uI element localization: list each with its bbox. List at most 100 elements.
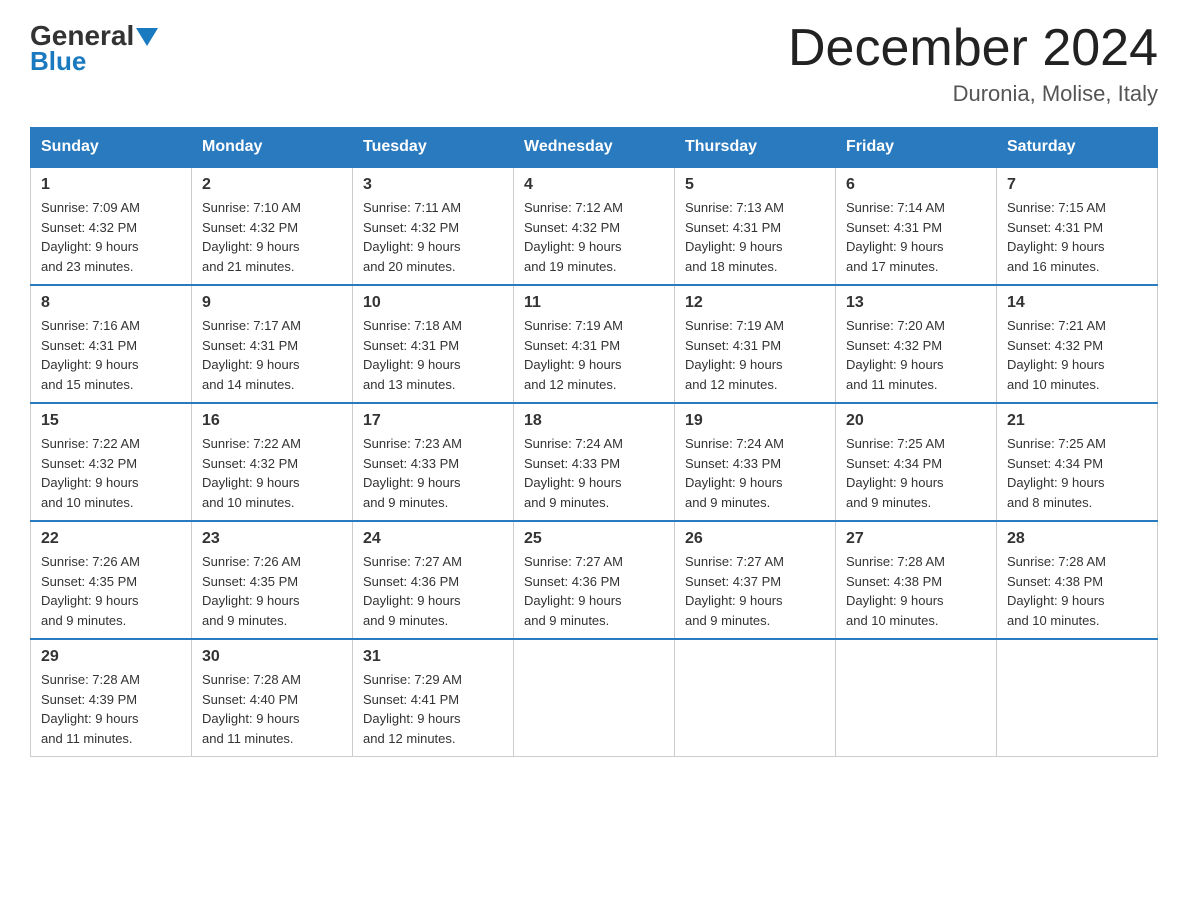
day-number: 31 bbox=[363, 648, 503, 666]
logo-blue: Blue bbox=[30, 46, 86, 77]
day-number: 15 bbox=[41, 412, 181, 430]
header-tuesday: Tuesday bbox=[353, 128, 514, 168]
day-number: 4 bbox=[524, 176, 664, 194]
day-cell-13: 13 Sunrise: 7:20 AMSunset: 4:32 PMDayligh… bbox=[836, 285, 997, 403]
calendar-header-row: SundayMondayTuesdayWednesdayThursdayFrid… bbox=[31, 128, 1158, 168]
day-cell-9: 9 Sunrise: 7:17 AMSunset: 4:31 PMDaylight… bbox=[192, 285, 353, 403]
day-cell-15: 15Sunrise: 7:22 AMSunset: 4:32 PMDayligh… bbox=[31, 403, 192, 521]
day-cell-18: 18 Sunrise: 7:24 AMSunset: 4:33 PMDayligh… bbox=[514, 403, 675, 521]
day-cell-28: 28Sunrise: 7:28 AMSunset: 4:38 PMDayligh… bbox=[997, 521, 1158, 639]
day-cell-26: 26 Sunrise: 7:27 AMSunset: 4:37 PMDayligh… bbox=[675, 521, 836, 639]
day-cell-17: 17 Sunrise: 7:23 AMSunset: 4:33 PMDayligh… bbox=[353, 403, 514, 521]
day-number: 14 bbox=[1007, 294, 1147, 312]
day-info: Sunrise: 7:15 AMSunset: 4:31 PMDaylight:… bbox=[1007, 198, 1147, 276]
day-number: 29 bbox=[41, 648, 181, 666]
week-row-4: 22 Sunrise: 7:26 AMSunset: 4:35 PMDayligh… bbox=[31, 521, 1158, 639]
day-cell-16: 16Sunrise: 7:22 AMSunset: 4:32 PMDayligh… bbox=[192, 403, 353, 521]
day-number: 27 bbox=[846, 530, 986, 548]
day-cell-27: 27 Sunrise: 7:28 AMSunset: 4:38 PMDayligh… bbox=[836, 521, 997, 639]
day-number: 24 bbox=[363, 530, 503, 548]
day-number: 5 bbox=[685, 176, 825, 194]
day-info: Sunrise: 7:19 AMSunset: 4:31 PMDaylight:… bbox=[685, 316, 825, 394]
day-number: 20 bbox=[846, 412, 986, 430]
day-info: Sunrise: 7:21 AMSunset: 4:32 PMDaylight:… bbox=[1007, 316, 1147, 394]
day-number: 22 bbox=[41, 530, 181, 548]
day-cell-31: 31 Sunrise: 7:29 AMSunset: 4:41 PMDayligh… bbox=[353, 639, 514, 757]
day-number: 11 bbox=[524, 294, 664, 312]
day-info: Sunrise: 7:25 AMSunset: 4:34 PMDaylight:… bbox=[1007, 434, 1147, 512]
day-info: Sunrise: 7:28 AMSunset: 4:38 PMDaylight:… bbox=[846, 552, 986, 630]
day-cell-20: 20 Sunrise: 7:25 AMSunset: 4:34 PMDayligh… bbox=[836, 403, 997, 521]
day-number: 12 bbox=[685, 294, 825, 312]
empty-cell bbox=[514, 639, 675, 757]
day-number: 17 bbox=[363, 412, 503, 430]
day-cell-3: 3 Sunrise: 7:11 AMSunset: 4:32 PMDaylight… bbox=[353, 167, 514, 285]
day-number: 18 bbox=[524, 412, 664, 430]
empty-cell bbox=[997, 639, 1158, 757]
day-info: Sunrise: 7:25 AMSunset: 4:34 PMDaylight:… bbox=[846, 434, 986, 512]
day-cell-23: 23 Sunrise: 7:26 AMSunset: 4:35 PMDayligh… bbox=[192, 521, 353, 639]
day-info: Sunrise: 7:26 AMSunset: 4:35 PMDaylight:… bbox=[41, 552, 181, 630]
day-number: 25 bbox=[524, 530, 664, 548]
day-cell-19: 19 Sunrise: 7:24 AMSunset: 4:33 PMDayligh… bbox=[675, 403, 836, 521]
day-cell-30: 30 Sunrise: 7:28 AMSunset: 4:40 PMDayligh… bbox=[192, 639, 353, 757]
empty-cell bbox=[836, 639, 997, 757]
day-info: Sunrise: 7:16 AMSunset: 4:31 PMDaylight:… bbox=[41, 316, 181, 394]
day-number: 2 bbox=[202, 176, 342, 194]
week-row-3: 15 Sunrise: 7:22 AMSunset: 4:32 PMDayligh… bbox=[31, 403, 1158, 521]
header-wednesday: Wednesday bbox=[514, 128, 675, 168]
day-number: 9 bbox=[202, 294, 342, 312]
header-sunday: Sunday bbox=[31, 128, 192, 168]
day-number: 7 bbox=[1007, 176, 1147, 194]
day-info: Sunrise: 7:17 AMSunset: 4:31 PMDaylight:… bbox=[202, 316, 342, 394]
day-number: 13 bbox=[846, 294, 986, 312]
day-cell-14: 14 Sunrise: 7:21 AMSunset: 4:32 PMDayligh… bbox=[997, 285, 1158, 403]
day-info: Sunrise: 7:29 AMSunset: 4:41 PMDaylight:… bbox=[363, 670, 503, 748]
week-row-5: 29Sunrise: 7:28 AMSunset: 4:39 PMDayligh… bbox=[31, 639, 1158, 757]
week-row-1: 1Sunrise: 7:09 AMSunset: 4:32 PMDaylight… bbox=[31, 167, 1158, 285]
day-cell-2: 2Sunrise: 7:10 AMSunset: 4:32 PMDaylight… bbox=[192, 167, 353, 285]
day-info: Sunrise: 7:18 AMSunset: 4:31 PMDaylight:… bbox=[363, 316, 503, 394]
logo: General Blue bbox=[30, 20, 158, 77]
calendar-table: SundayMondayTuesdayWednesdayThursdayFrid… bbox=[30, 127, 1158, 757]
header-monday: Monday bbox=[192, 128, 353, 168]
day-info: Sunrise: 7:27 AMSunset: 4:36 PMDaylight:… bbox=[363, 552, 503, 630]
day-number: 30 bbox=[202, 648, 342, 666]
day-info: Sunrise: 7:24 AMSunset: 4:33 PMDaylight:… bbox=[524, 434, 664, 512]
day-number: 23 bbox=[202, 530, 342, 548]
day-info: Sunrise: 7:27 AMSunset: 4:36 PMDaylight:… bbox=[524, 552, 664, 630]
day-info: Sunrise: 7:23 AMSunset: 4:33 PMDaylight:… bbox=[363, 434, 503, 512]
day-info: Sunrise: 7:27 AMSunset: 4:37 PMDaylight:… bbox=[685, 552, 825, 630]
empty-cell bbox=[675, 639, 836, 757]
day-cell-8: 8 Sunrise: 7:16 AMSunset: 4:31 PMDaylight… bbox=[31, 285, 192, 403]
day-number: 19 bbox=[685, 412, 825, 430]
header-saturday: Saturday bbox=[997, 128, 1158, 168]
day-info: Sunrise: 7:22 AMSunset: 4:32 PMDaylight:… bbox=[202, 434, 342, 512]
title-block: December 2024 Duronia, Molise, Italy bbox=[788, 20, 1158, 107]
day-number: 1 bbox=[41, 176, 181, 194]
day-number: 28 bbox=[1007, 530, 1147, 548]
day-info: Sunrise: 7:28 AMSunset: 4:40 PMDaylight:… bbox=[202, 670, 342, 748]
day-cell-10: 10 Sunrise: 7:18 AMSunset: 4:31 PMDayligh… bbox=[353, 285, 514, 403]
header-thursday: Thursday bbox=[675, 128, 836, 168]
day-cell-1: 1Sunrise: 7:09 AMSunset: 4:32 PMDaylight… bbox=[31, 167, 192, 285]
day-number: 10 bbox=[363, 294, 503, 312]
day-cell-22: 22 Sunrise: 7:26 AMSunset: 4:35 PMDayligh… bbox=[31, 521, 192, 639]
day-info: Sunrise: 7:26 AMSunset: 4:35 PMDaylight:… bbox=[202, 552, 342, 630]
day-number: 6 bbox=[846, 176, 986, 194]
day-cell-4: 4Sunrise: 7:12 AMSunset: 4:32 PMDaylight… bbox=[514, 167, 675, 285]
day-number: 3 bbox=[363, 176, 503, 194]
day-info: Sunrise: 7:20 AMSunset: 4:32 PMDaylight:… bbox=[846, 316, 986, 394]
day-number: 21 bbox=[1007, 412, 1147, 430]
day-info: Sunrise: 7:24 AMSunset: 4:33 PMDaylight:… bbox=[685, 434, 825, 512]
day-info: Sunrise: 7:11 AMSunset: 4:32 PMDaylight:… bbox=[363, 198, 503, 276]
page-header: General Blue December 2024 Duronia, Moli… bbox=[30, 20, 1158, 107]
day-number: 26 bbox=[685, 530, 825, 548]
day-number: 8 bbox=[41, 294, 181, 312]
day-info: Sunrise: 7:14 AMSunset: 4:31 PMDaylight:… bbox=[846, 198, 986, 276]
header-friday: Friday bbox=[836, 128, 997, 168]
day-cell-24: 24 Sunrise: 7:27 AMSunset: 4:36 PMDayligh… bbox=[353, 521, 514, 639]
day-cell-21: 21 Sunrise: 7:25 AMSunset: 4:34 PMDayligh… bbox=[997, 403, 1158, 521]
day-cell-6: 6 Sunrise: 7:14 AMSunset: 4:31 PMDaylight… bbox=[836, 167, 997, 285]
day-cell-29: 29Sunrise: 7:28 AMSunset: 4:39 PMDayligh… bbox=[31, 639, 192, 757]
